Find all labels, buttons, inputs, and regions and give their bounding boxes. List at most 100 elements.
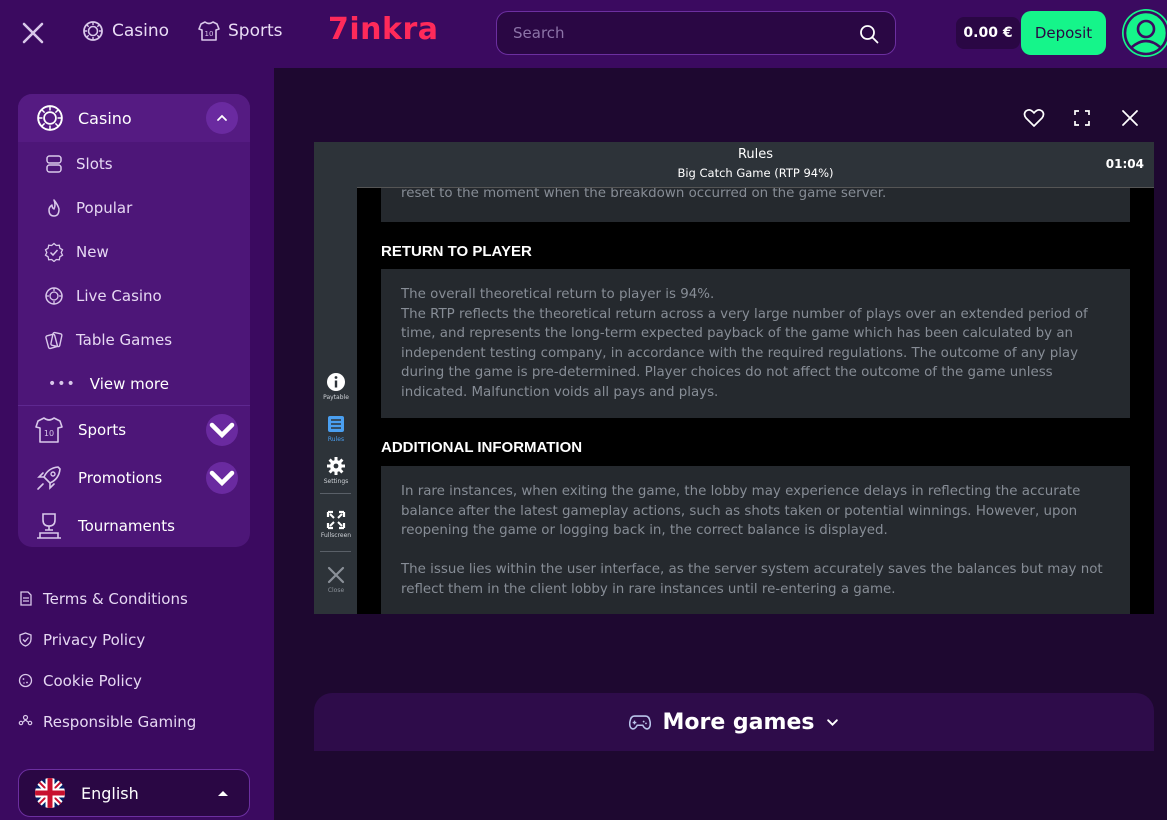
- game-clock: 01:04: [1105, 157, 1144, 171]
- close-game-button[interactable]: Close: [318, 565, 354, 594]
- search-box[interactable]: [496, 11, 896, 55]
- sidebar-item-label: Slots: [76, 155, 113, 173]
- sidebar-item-slots[interactable]: Slots: [18, 142, 250, 186]
- settings-button[interactable]: Settings: [318, 456, 354, 485]
- toolbar-divider: [320, 493, 351, 494]
- nav-casino-label: Casino: [112, 21, 170, 41]
- game-rules-header: Rules Big Catch Game (RTP 94%) 01:04: [357, 142, 1154, 188]
- sidebar-item-label: Tournaments: [78, 517, 175, 535]
- tool-label: Rules: [327, 436, 345, 443]
- casino-chip-icon: [37, 105, 63, 131]
- responsible-gaming-link[interactable]: Responsible Gaming: [18, 701, 196, 742]
- game-toolbar: Paytable Rules Settings Fullscreen Close: [314, 142, 357, 614]
- jersey-icon: 10: [35, 417, 63, 443]
- additional-info-panel: In rare instances, when exiting the game…: [381, 466, 1130, 614]
- sidebar-item-promotions[interactable]: Promotions: [18, 454, 250, 502]
- balance-display[interactable]: 0.00 €: [956, 17, 1020, 49]
- sidebar-item-label: Table Games: [76, 331, 173, 349]
- cookie-icon: [18, 673, 33, 688]
- cookie-link[interactable]: Cookie Policy: [18, 660, 196, 701]
- sidebar-item-label: Promotions: [78, 469, 163, 487]
- paytable-button[interactable]: Paytable: [318, 372, 354, 401]
- more-games-label: More games: [662, 709, 815, 735]
- close-icon[interactable]: [1118, 106, 1142, 130]
- tool-label: Paytable: [323, 394, 349, 401]
- top-bar: Casino 10 Sports 7inkra 0.00 € Deposit: [0, 0, 1167, 68]
- terms-link[interactable]: Terms & Conditions: [18, 578, 196, 619]
- heart-icon[interactable]: [1022, 106, 1046, 130]
- collapse-casino-button[interactable]: [206, 102, 238, 134]
- people-icon: [18, 714, 33, 726]
- jersey-icon: 10: [198, 21, 220, 41]
- chevron-down-icon: [827, 718, 839, 726]
- fullscreen-button[interactable]: Fullscreen: [318, 510, 354, 539]
- game-subtitle: Big Catch Game (RTP 94%): [677, 166, 834, 180]
- sidebar-item-table-games[interactable]: Table Games: [18, 318, 250, 362]
- nav-sports[interactable]: 10 Sports: [198, 20, 283, 42]
- sidebar-item-label: Popular: [76, 199, 133, 217]
- info-paragraph-2: The issue lies within the user interface…: [401, 562, 1103, 597]
- rules-button[interactable]: Rules: [318, 414, 354, 443]
- search-input[interactable]: [513, 22, 833, 44]
- sidebar-item-new[interactable]: New: [18, 230, 250, 274]
- sidebar: Casino Slots Popular New Live Casino Tab…: [0, 68, 274, 820]
- rtp-heading: RETURN TO PLAYER: [381, 243, 532, 260]
- nav-casino[interactable]: Casino: [82, 20, 169, 42]
- link-label: Responsible Gaming: [43, 712, 197, 731]
- casino-chip-icon: [83, 21, 103, 41]
- svg-text:10: 10: [205, 30, 214, 38]
- sidebar-item-casino[interactable]: Casino: [18, 94, 250, 142]
- view-more-label: View more: [89, 374, 169, 393]
- chip-icon: [45, 287, 63, 305]
- sidebar-item-tournaments[interactable]: Tournaments: [18, 502, 250, 547]
- more-games-button[interactable]: More games: [314, 693, 1154, 751]
- slots-icon: [46, 155, 62, 173]
- gamepad-icon: [628, 714, 651, 730]
- new-badge-icon: [44, 242, 64, 262]
- flame-icon: [48, 199, 60, 217]
- sidebar-item-live-casino[interactable]: Live Casino: [18, 274, 250, 318]
- link-label: Cookie Policy: [43, 671, 142, 690]
- site-logo[interactable]: 7inkra: [328, 12, 439, 47]
- expand-icon[interactable]: [1070, 106, 1094, 130]
- fullscreen-icon: [326, 510, 346, 530]
- sidebar-item-label: Sports: [78, 421, 127, 439]
- info-icon: [327, 373, 345, 391]
- nav-sports-label: Sports: [228, 21, 283, 41]
- more-dots-icon: •••: [48, 375, 76, 392]
- language-label: English: [81, 783, 139, 803]
- close-menu-icon[interactable]: [20, 20, 46, 46]
- link-label: Terms & Conditions: [43, 589, 188, 608]
- rocket-icon: [37, 466, 61, 490]
- toolbar-divider: [320, 551, 351, 552]
- tool-label: Fullscreen: [320, 532, 352, 539]
- deposit-button[interactable]: Deposit: [1021, 11, 1106, 55]
- rules-icon: [328, 416, 344, 432]
- sidebar-item-label: New: [76, 243, 109, 261]
- expand-promotions-button[interactable]: [206, 462, 238, 494]
- rules-title: Rules: [737, 147, 774, 162]
- tool-label: Close: [327, 587, 345, 594]
- expand-sports-button[interactable]: [206, 414, 238, 446]
- caret-up-icon: [217, 791, 228, 796]
- sidebar-item-popular[interactable]: Popular: [18, 186, 250, 230]
- sidebar-item-label: Live Casino: [76, 287, 162, 305]
- rtp-line-1: The overall theoretical return to player…: [401, 287, 715, 302]
- avatar[interactable]: [1122, 9, 1167, 57]
- cards-icon: [45, 331, 63, 350]
- rtp-panel: The overall theoretical return to player…: [381, 269, 1130, 418]
- chevron-up-icon: [217, 114, 227, 121]
- additional-info-heading: ADDITIONAL INFORMATION: [381, 439, 583, 456]
- svg-text:10: 10: [44, 429, 54, 438]
- chevron-down-icon: [209, 422, 235, 439]
- privacy-link[interactable]: Privacy Policy: [18, 619, 196, 660]
- trophy-icon: [37, 513, 61, 539]
- sidebar-item-sports[interactable]: 10 Sports: [18, 406, 250, 454]
- chevron-down-icon: [209, 470, 235, 487]
- sidebar-item-casino-label: Casino: [78, 108, 132, 128]
- shield-icon: [19, 632, 32, 647]
- game-frame[interactable]: reset to the moment when the breakdown o…: [314, 142, 1154, 614]
- language-selector[interactable]: English: [18, 769, 250, 817]
- view-more-link[interactable]: ••• View more: [18, 362, 250, 406]
- search-icon[interactable]: [859, 24, 879, 44]
